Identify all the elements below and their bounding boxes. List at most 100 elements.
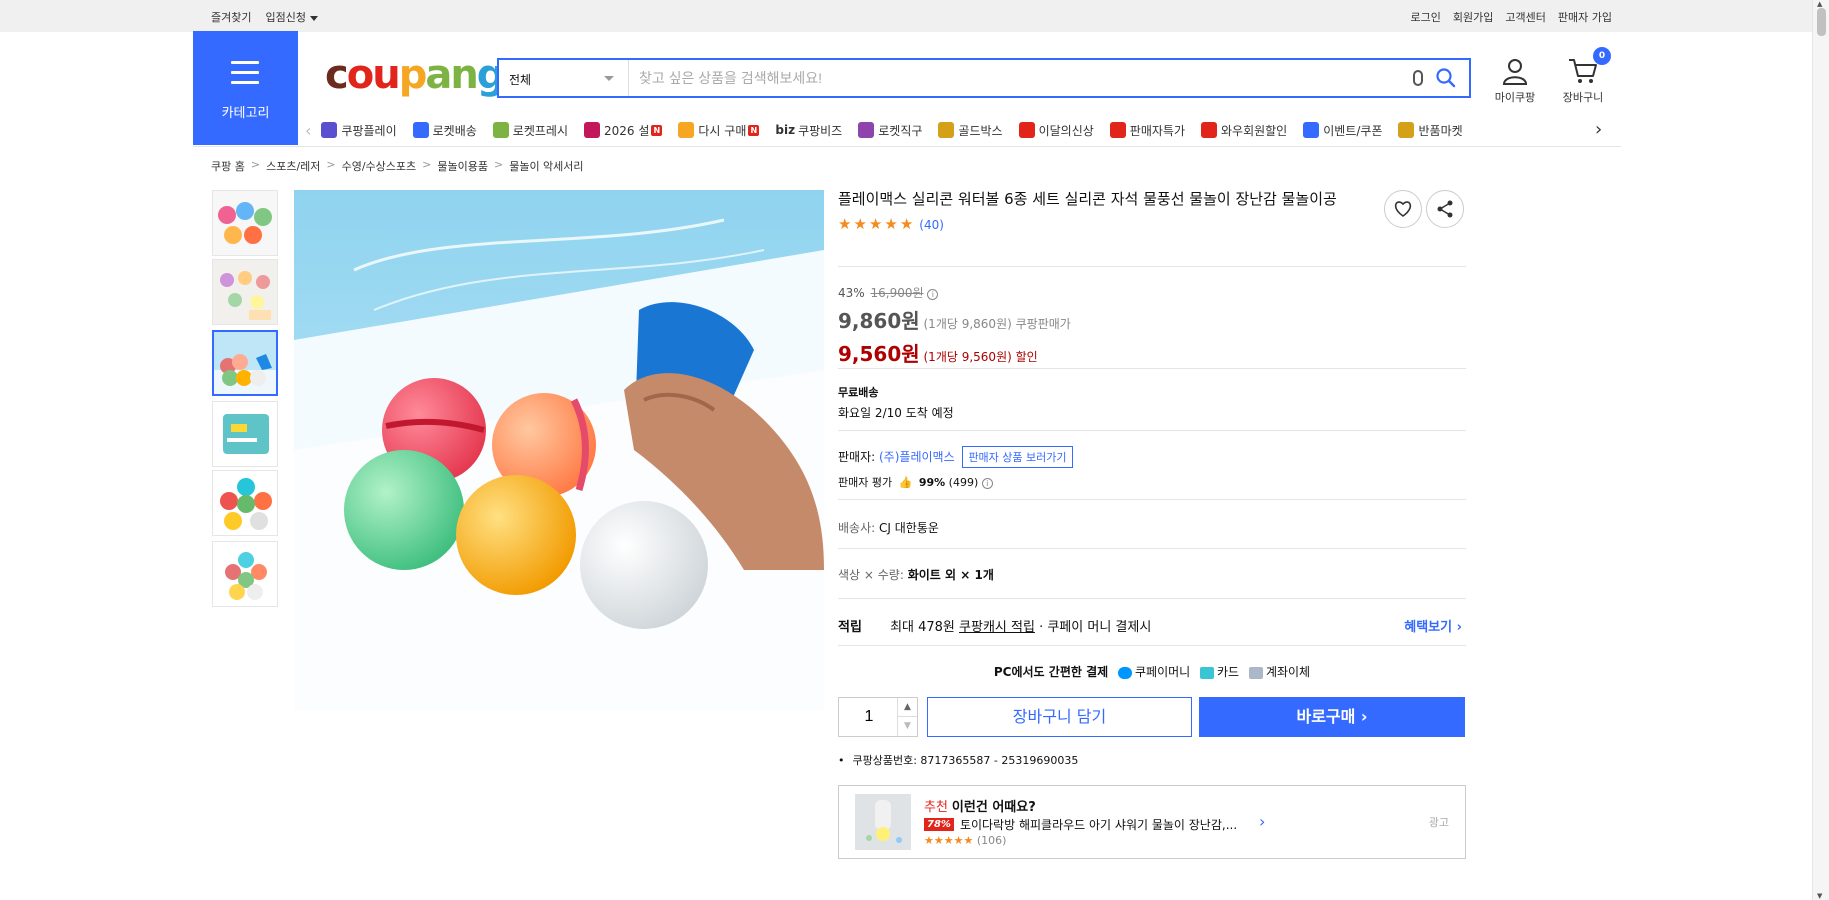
- coupang-cash-link[interactable]: 쿠팡캐시 적립: [959, 620, 1035, 635]
- recommend-heading: 이런건 어때요?: [951, 800, 1036, 815]
- nav-item[interactable]: 와우회원할인: [1200, 122, 1288, 139]
- payment-option: 계좌이체: [1265, 665, 1311, 679]
- share-icon: [1437, 200, 1453, 218]
- nav-item[interactable]: 이달의신상: [1018, 122, 1094, 139]
- buy-now-button[interactable]: 바로구매 ›: [1199, 697, 1465, 737]
- nav-item[interactable]: 로켓배송: [412, 122, 477, 139]
- seller-signup-link[interactable]: 판매자 가입: [1558, 9, 1612, 25]
- nav-item[interactable]: 반품마켓: [1398, 122, 1463, 139]
- my-coupang-button[interactable]: 마이쿠팡: [1490, 56, 1540, 105]
- category-menu-button[interactable]: 카테고리: [193, 31, 298, 145]
- breadcrumb-item[interactable]: 물놀이용품: [437, 158, 488, 174]
- scrollbar-thumb[interactable]: [1817, 8, 1826, 36]
- rating-stars[interactable]: ★ ★ ★ ★ ★ (40): [838, 217, 1466, 232]
- nav-item[interactable]: 로켓프레시: [492, 122, 568, 139]
- info-icon[interactable]: i: [927, 289, 939, 300]
- search-bar: 전체: [497, 58, 1471, 98]
- nav-item-icon: [492, 122, 509, 138]
- store-apply-dropdown[interactable]: 입점신청: [265, 9, 318, 25]
- nav-item[interactable]: 이벤트/쿠폰: [1303, 122, 1382, 139]
- recommendation-card[interactable]: 추천 이런건 어때요? 78% 토이다락방 해피클라우드 아기 샤워기 물놀이 장난…: [838, 785, 1466, 859]
- scroll-up-icon[interactable]: ▲: [1817, 0, 1822, 8]
- login-link[interactable]: 로그인: [1411, 9, 1441, 25]
- thumbnail-3-selected[interactable]: [212, 330, 278, 396]
- search-input[interactable]: [639, 68, 1399, 88]
- review-count[interactable]: (40): [919, 218, 944, 232]
- benefits-link[interactable]: 혜택보기 ›: [1404, 616, 1462, 635]
- coupay-icon: [1117, 666, 1132, 679]
- nav-item-icon: [1398, 122, 1415, 138]
- my-coupang-label: 마이쿠팡: [1494, 91, 1536, 104]
- seller-rating: 99%: [918, 476, 946, 489]
- cart-count-badge: 0: [1593, 47, 1611, 65]
- option-info[interactable]: 색상 × 수량: 화이트 외 × 1개: [838, 566, 994, 583]
- nav-item-label: 와우회원할인: [1220, 123, 1288, 138]
- thumbnail-6[interactable]: [212, 541, 278, 607]
- option-value: 화이트 외 × 1개: [907, 568, 994, 582]
- coupang-logo[interactable]: coupang: [325, 52, 505, 98]
- recommendation-image: [855, 794, 911, 850]
- thumbs-up-icon: 👍: [898, 476, 913, 489]
- quantity-stepper: ▲ ▼: [838, 697, 918, 737]
- bookmark-link[interactable]: 즐겨찾기: [211, 9, 251, 25]
- nav-item[interactable]: biz 쿠팡비즈: [775, 122, 842, 139]
- nav-item-label: 이달의신상: [1038, 123, 1094, 138]
- star-icon: ★: [853, 215, 867, 233]
- seller-name-link[interactable]: (주)플레이맥스: [879, 450, 955, 464]
- nav-next-icon[interactable]: ›: [1595, 119, 1602, 140]
- new-badge: N: [651, 124, 663, 136]
- bank-icon: [1248, 666, 1263, 679]
- divider: [838, 368, 1466, 369]
- support-link[interactable]: 고객센터: [1505, 9, 1545, 25]
- microphone-icon[interactable]: [1413, 70, 1423, 86]
- nav-item-icon: [583, 122, 600, 138]
- caret-down-icon: [309, 15, 318, 21]
- chevron-right-icon: >: [422, 158, 432, 171]
- page-scrollbar[interactable]: ▲ ▼: [1812, 0, 1829, 900]
- scroll-down-icon[interactable]: ▼: [1817, 892, 1822, 900]
- divider: [193, 146, 1621, 147]
- free-shipping-label: 무료배송: [838, 386, 879, 399]
- wishlist-button[interactable]: [1384, 190, 1422, 228]
- nav-item[interactable]: 판매자특가: [1109, 122, 1185, 139]
- chevron-right-icon[interactable]: ›: [1259, 812, 1265, 831]
- sale-unit-price: (1개당 9,560원): [923, 350, 1012, 364]
- share-button[interactable]: [1426, 190, 1464, 228]
- breadcrumb-item[interactable]: 스포츠/레저: [266, 158, 320, 174]
- search-icon[interactable]: [1435, 67, 1457, 89]
- store-apply-label: 입점신청: [265, 11, 306, 24]
- quantity-increase-button[interactable]: ▲: [897, 698, 917, 717]
- thumbnail-2[interactable]: [212, 259, 278, 325]
- nav-item-icon: [321, 122, 338, 138]
- breadcrumb-item[interactable]: 수영/수상스포츠: [342, 158, 417, 174]
- payment-option: 쿠페이머니: [1134, 665, 1191, 679]
- sale-type: 할인: [1015, 350, 1038, 364]
- nav-item[interactable]: 2026 설N: [583, 122, 663, 139]
- nav-item[interactable]: 로켓직구: [858, 122, 922, 139]
- nav-prev-icon[interactable]: ‹: [305, 121, 311, 140]
- divider: [838, 499, 1466, 500]
- seller-products-button[interactable]: 판매자 상품 보러가기: [962, 446, 1073, 468]
- nav-item-icon: [412, 122, 429, 138]
- quantity-decrease-button[interactable]: ▼: [897, 717, 917, 736]
- quantity-input[interactable]: [849, 708, 889, 726]
- cart-button[interactable]: 0 장바구니: [1555, 47, 1611, 105]
- search-category-select[interactable]: 전체: [499, 60, 629, 96]
- seller-label: 판매자:: [838, 450, 876, 464]
- recommend-discount-badge: 78%: [924, 818, 954, 831]
- nav-item[interactable]: 쿠팡플레이: [321, 122, 397, 139]
- thumbnail-4[interactable]: [212, 401, 278, 467]
- thumbnail-5[interactable]: [212, 470, 278, 536]
- signup-link[interactable]: 회원가입: [1453, 9, 1493, 25]
- price-block: 43% 16,900원 i 9,860원 (1개당 9,860원) 쿠팡판매가 …: [838, 284, 1071, 367]
- add-to-cart-button[interactable]: 장바구니 담기: [927, 697, 1192, 737]
- info-icon[interactable]: i: [981, 478, 993, 489]
- breadcrumb-item[interactable]: 쿠팡 홈: [211, 158, 245, 174]
- carrier-label: 배송사:: [838, 521, 876, 535]
- breadcrumb-item[interactable]: 물놀이 악세서리: [509, 158, 583, 174]
- rating-stars: ★★★★★: [924, 834, 974, 847]
- nav-item[interactable]: 다시 구매 N: [678, 122, 760, 139]
- nav-item[interactable]: 골드박스: [938, 122, 1003, 139]
- chevron-right-icon: >: [250, 158, 261, 171]
- thumbnail-1[interactable]: [212, 190, 278, 256]
